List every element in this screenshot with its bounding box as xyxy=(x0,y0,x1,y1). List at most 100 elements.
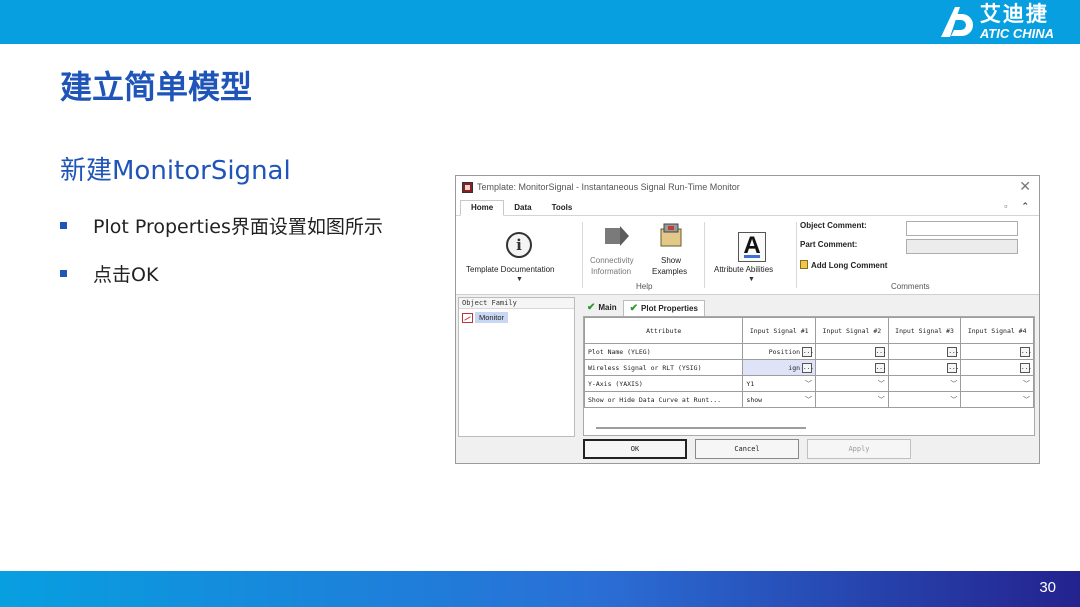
connectivity-icon xyxy=(605,226,629,246)
column-header: Input Signal #4 xyxy=(960,317,1034,344)
attribute-name: Show or Hide Data Curve at Runt... xyxy=(584,391,744,408)
horizontal-scrollbar[interactable] xyxy=(596,427,806,429)
template-documentation-label: Template Documentation xyxy=(466,265,555,274)
column-header: Input Signal #1 xyxy=(742,317,817,344)
note-icon xyxy=(800,260,808,269)
attribute-name: Y-Axis (YAXIS) xyxy=(584,375,744,392)
show-examples-label-line2[interactable]: Examples xyxy=(652,267,687,276)
section-subtitle: 新建MonitorSignal xyxy=(60,156,291,186)
bullet-text: 点击OK xyxy=(93,263,159,286)
checkmark-icon: ✔ xyxy=(629,303,639,314)
tab-plot-properties-label: Plot Properties xyxy=(641,304,698,313)
grid-cell-dropdown[interactable]: show ﹀ xyxy=(742,391,817,408)
browse-button[interactable]: ... xyxy=(874,346,887,357)
browse-button[interactable]: ... xyxy=(1020,346,1032,357)
tab-data[interactable]: Data xyxy=(504,199,541,215)
table-row: Show or Hide Data Curve at Runt... show ﹀… xyxy=(584,391,1034,408)
logo-chinese-text: 艾迪捷 xyxy=(979,2,1049,26)
chevron-down-icon[interactable]: ﹀ xyxy=(878,395,885,405)
show-examples-label-line1[interactable]: Show xyxy=(661,256,681,265)
chevron-down-icon[interactable]: ﹀ xyxy=(805,379,812,389)
attribute-grid: Attribute Input Signal #1 Input Signal #… xyxy=(583,316,1035,436)
dialog-title: Template: MonitorSignal - Instantaneous … xyxy=(477,182,740,192)
template-dialog: Template: MonitorSignal - Instantaneous … xyxy=(455,175,1040,464)
show-examples-icon xyxy=(660,223,682,247)
grid-cell-input[interactable]: ... xyxy=(887,359,962,376)
grid-cell-dropdown[interactable]: ﹀ xyxy=(960,375,1034,392)
table-row: Y-Axis (YAXIS) Y1 ﹀ ﹀ ﹀ ﹀ xyxy=(584,375,1034,392)
grid-cell-input[interactable]: ... xyxy=(815,343,889,360)
object-comment-input[interactable] xyxy=(906,221,1018,236)
cell-value: show xyxy=(746,395,763,404)
template-documentation-button[interactable]: i Template Documentation ▼ xyxy=(460,218,578,293)
grid-cell-dropdown[interactable]: ﹀ xyxy=(815,375,889,392)
chevron-down-icon[interactable]: ﹀ xyxy=(878,379,885,389)
connectivity-label-line1[interactable]: Connectivity xyxy=(590,256,634,265)
checkmark-icon: ✔ xyxy=(587,302,596,313)
cell-value: ign xyxy=(788,363,801,372)
column-header: Input Signal #2 xyxy=(815,317,889,344)
object-comment-label: Object Comment: xyxy=(800,221,867,230)
grid-cell-dropdown[interactable]: ﹀ xyxy=(815,391,889,408)
app-icon xyxy=(462,181,473,193)
tab-main[interactable]: ✔ Main xyxy=(581,299,623,316)
grid-cell-input[interactable]: ... xyxy=(960,343,1034,360)
browse-button[interactable]: ... xyxy=(802,346,814,357)
close-icon[interactable]: ✕ xyxy=(1019,178,1031,195)
grid-cell-input[interactable]: ... xyxy=(887,343,962,360)
tab-plot-properties[interactable]: ✔ Plot Properties xyxy=(622,300,705,317)
grid-cell-dropdown[interactable]: ﹀ xyxy=(887,391,962,408)
browse-button[interactable]: ... xyxy=(802,362,814,373)
header-bar: 艾迪捷 ATIC CHINA xyxy=(0,0,1080,44)
cancel-button[interactable]: Cancel xyxy=(695,439,799,459)
browse-button[interactable]: ... xyxy=(1020,362,1032,373)
attribute-abilities-button[interactable]: A Attribute Abilities ▼ xyxy=(708,218,792,293)
grid-cell-input[interactable]: ign... xyxy=(742,359,817,376)
dialog-body: Object Family Monitor ✔ Main ✔ Plot Proper… xyxy=(456,297,1039,463)
atic-logo-icon xyxy=(940,7,973,37)
attribute-name: Wireless Signal or RLT (YSIG) xyxy=(584,359,744,376)
chevron-down-icon[interactable]: ﹀ xyxy=(805,395,812,405)
browse-button[interactable]: ... xyxy=(874,362,887,373)
family-item-monitor[interactable]: Monitor xyxy=(462,312,574,323)
cell-value: Position xyxy=(768,347,801,356)
family-item-label: Monitor xyxy=(475,312,509,323)
dialog-button-row: OK Cancel Apply xyxy=(583,439,911,459)
grid-cell-input[interactable]: ... xyxy=(960,359,1034,376)
chevron-down-icon[interactable]: ﹀ xyxy=(950,379,957,389)
help-group-caption: Help xyxy=(636,282,653,291)
grid-cell-input[interactable]: Position... xyxy=(742,343,817,360)
comments-group: Object Comment: Part Comment: Add Long C… xyxy=(800,218,1036,293)
chevron-down-icon[interactable]: ﹀ xyxy=(1023,395,1030,405)
chevron-down-icon[interactable]: ﹀ xyxy=(1023,379,1030,389)
attribute-name: Plot Name (YLEG) xyxy=(584,343,744,360)
tab-main-label: Main xyxy=(598,303,617,312)
dialog-titlebar: Template: MonitorSignal - Instantaneous … xyxy=(456,176,1039,198)
column-header: Attribute xyxy=(584,317,744,344)
connectivity-label-line2[interactable]: Information xyxy=(591,267,631,276)
bullet-list: Plot Properties界面设置如图所示 点击OK xyxy=(60,210,383,306)
object-family-panel: Object Family Monitor xyxy=(458,297,575,437)
browse-button[interactable]: ... xyxy=(947,346,959,357)
grid-cell-dropdown[interactable]: ﹀ xyxy=(887,375,962,392)
part-comment-input[interactable] xyxy=(906,239,1018,254)
bullet-item: 点击OK xyxy=(60,258,383,288)
grid-cell-dropdown[interactable]: Y1 ﹀ xyxy=(742,375,817,392)
tab-tools[interactable]: Tools xyxy=(542,199,583,215)
ribbon-separator xyxy=(582,222,583,288)
grid-cell-input[interactable]: ... xyxy=(815,359,889,376)
bullet-item: Plot Properties界面设置如图所示 xyxy=(60,210,383,240)
grid-cell-dropdown[interactable]: ﹀ xyxy=(960,391,1034,408)
square-bullet-icon xyxy=(60,221,67,229)
browse-button[interactable]: ... xyxy=(947,362,959,373)
tab-home[interactable]: Home xyxy=(460,200,505,216)
chevron-down-icon[interactable]: ﹀ xyxy=(950,395,957,405)
collapse-ribbon-icon[interactable]: ⌃ xyxy=(1021,201,1029,212)
monitor-plot-icon xyxy=(462,312,473,323)
restore-icon[interactable]: ▫ xyxy=(1004,201,1007,212)
apply-button[interactable]: Apply xyxy=(807,439,911,459)
add-long-comment-button[interactable]: Add Long Comment xyxy=(800,260,887,270)
grid-header-row: Attribute Input Signal #1 Input Signal #… xyxy=(584,317,1034,344)
ok-button[interactable]: OK xyxy=(583,439,687,459)
part-comment-label: Part Comment: xyxy=(800,240,858,249)
